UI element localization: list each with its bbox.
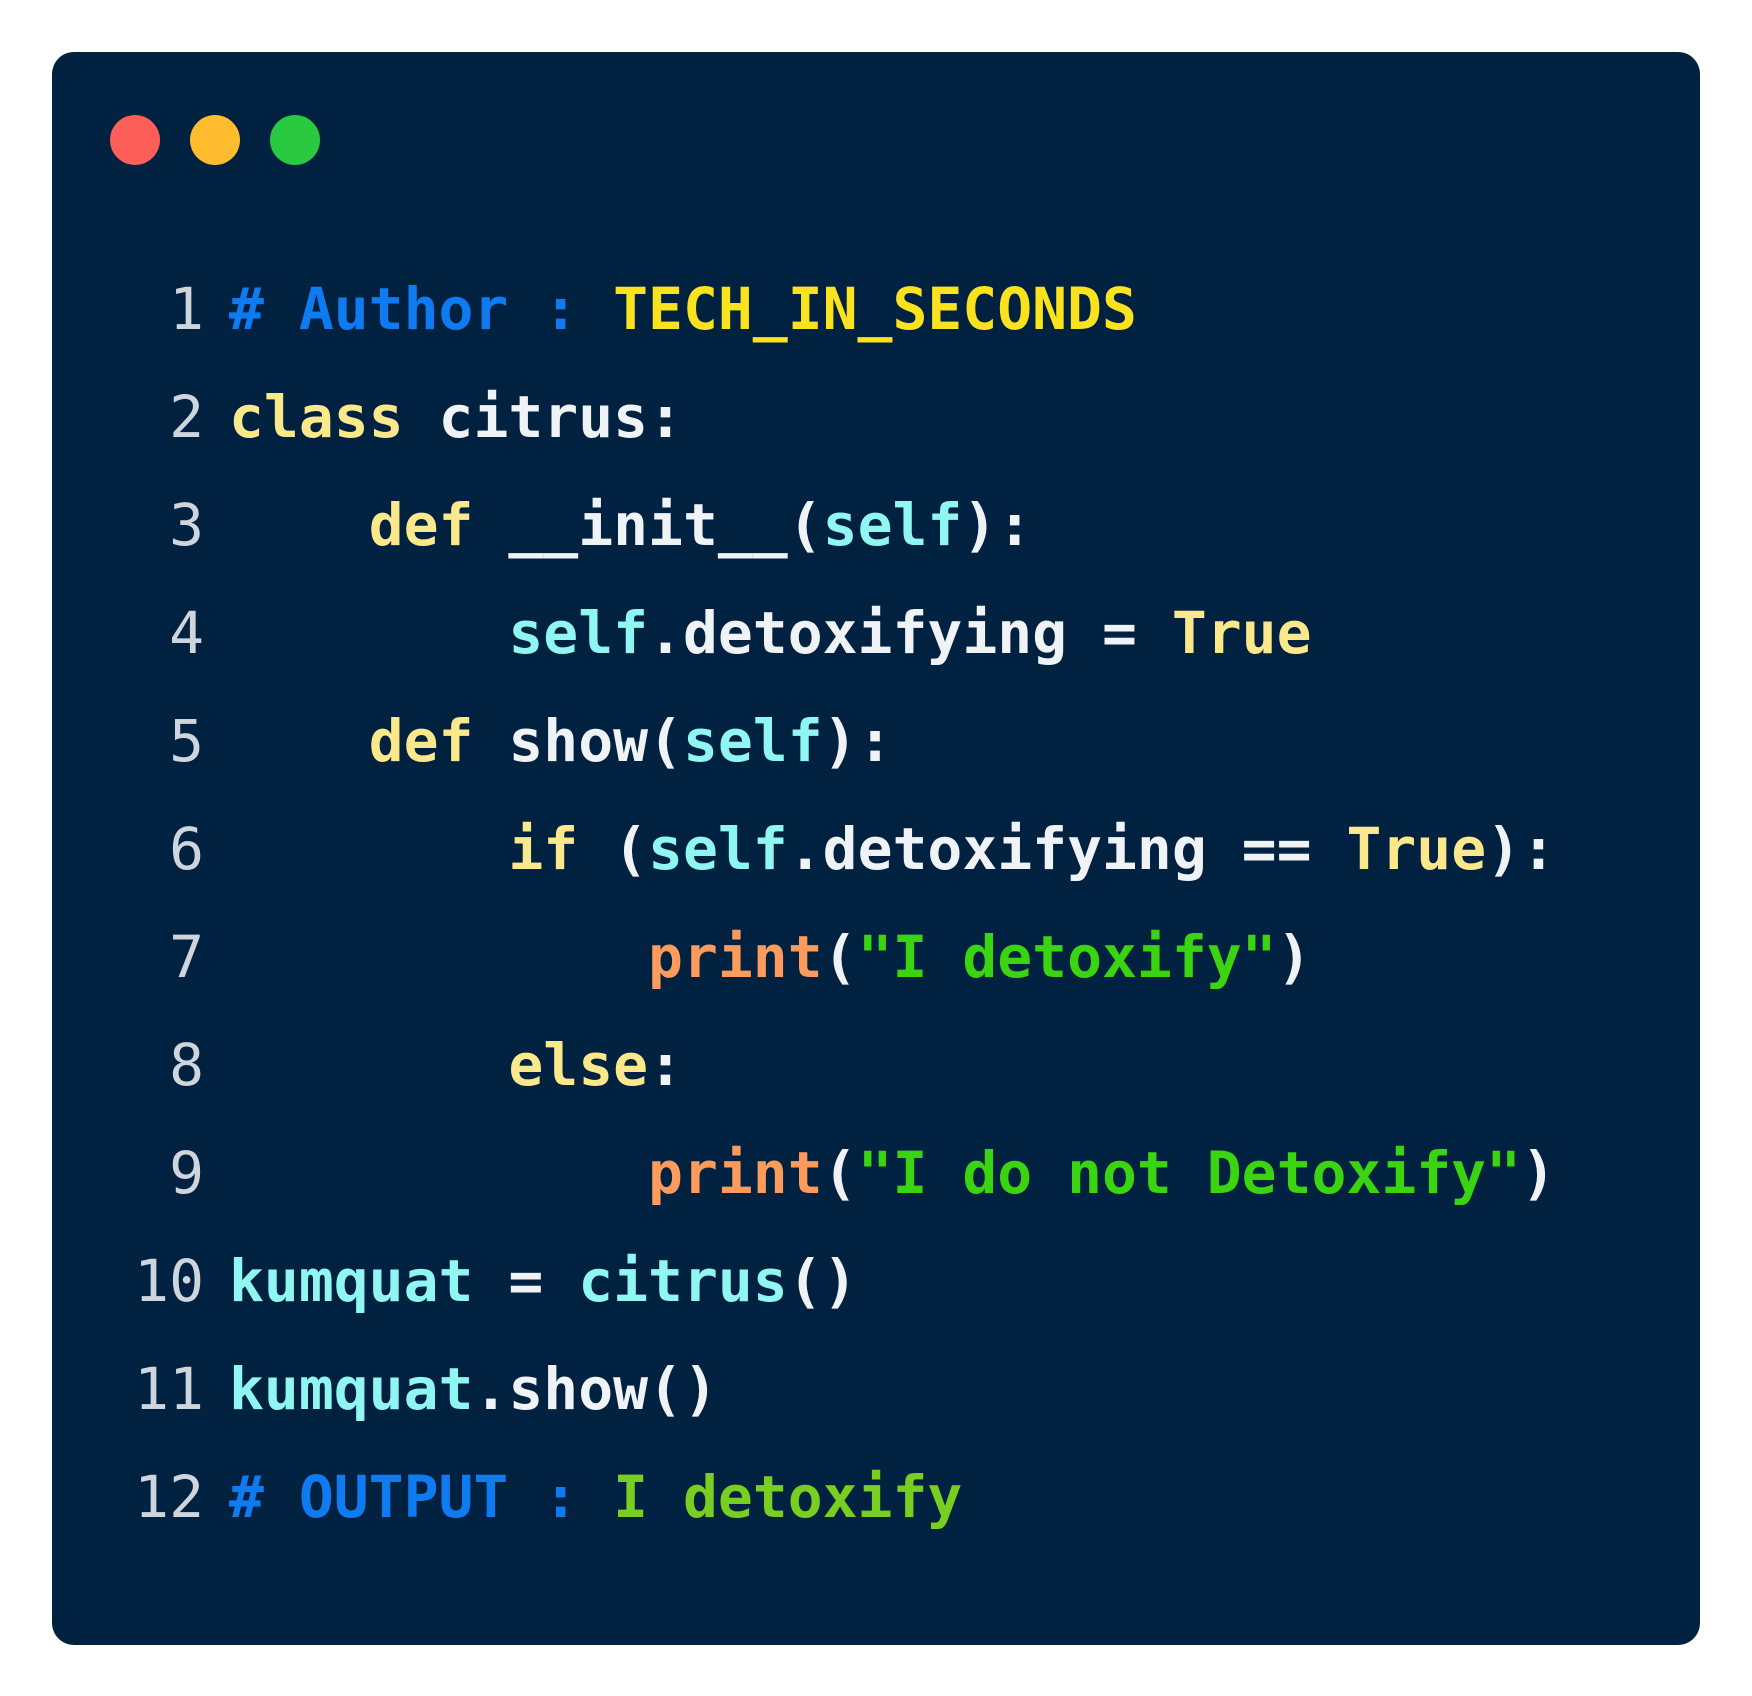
maximize-button[interactable] <box>270 115 320 165</box>
line-number: 4 <box>169 599 204 667</box>
code-token: I detoxify <box>613 1463 963 1531</box>
code-token: # OUTPUT : <box>229 1463 614 1531</box>
code-text: kumquat.show() <box>229 1335 718 1443</box>
code-line: 6 if (self.detoxifying == True): <box>52 795 1556 903</box>
code-text: print("I do not Detoxify") <box>229 1119 1556 1227</box>
code-token: citrus <box>578 1247 788 1315</box>
code-text: kumquat = citrus() <box>229 1227 858 1335</box>
code-line: 4 self.detoxifying = True <box>52 579 1556 687</box>
code-token: : <box>648 1031 683 1099</box>
code-line: 5 def show(self): <box>52 687 1556 795</box>
code-token: show( <box>473 707 683 775</box>
code-token: ( <box>822 1139 858 1207</box>
code-token: class <box>229 383 404 451</box>
code-line: 10 kumquat = citrus() <box>52 1227 1556 1335</box>
code-line: 7 print("I detoxify") <box>52 903 1556 1011</box>
code-line: 3 def __init__(self): <box>52 471 1556 579</box>
code-token: ) <box>1276 923 1312 991</box>
code-token: .show() <box>473 1355 718 1423</box>
code-text: class citrus: <box>229 363 683 471</box>
code-token: kumquat <box>229 1355 474 1423</box>
code-line: 9 print("I do not Detoxify") <box>52 1119 1556 1227</box>
code-token: TECH_IN_SECONDS <box>613 275 1137 343</box>
code-token: ) <box>1521 1139 1556 1207</box>
code-line: 1 # Author : TECH_IN_SECONDS <box>52 255 1556 363</box>
code-token: # Author : <box>229 275 614 343</box>
line-number: 8 <box>169 1031 204 1099</box>
code-token: ( <box>822 923 858 991</box>
code-token: kumquat <box>229 1247 474 1315</box>
code-text: if (self.detoxifying == True): <box>229 795 1556 903</box>
code-text: # Author : TECH_IN_SECONDS <box>229 255 1137 363</box>
code-token: ): <box>962 491 1033 559</box>
code-token: .detoxifying == <box>787 815 1347 883</box>
code-text: def show(self): <box>229 687 893 795</box>
code-token: def <box>368 491 474 559</box>
line-number: 9 <box>169 1139 204 1207</box>
code-token: citrus: <box>403 383 683 451</box>
code-text: # OUTPUT : I detoxify <box>229 1443 962 1551</box>
line-number: 6 <box>169 815 204 883</box>
code-token: () <box>787 1247 858 1315</box>
minimize-button[interactable] <box>190 115 240 165</box>
code-token: ( <box>578 815 649 883</box>
code-line: 12 # OUTPUT : I detoxify <box>52 1443 1556 1551</box>
code-token: ): <box>822 707 893 775</box>
code-token: def <box>368 707 474 775</box>
line-number: 2 <box>169 383 204 451</box>
code-token: self <box>648 815 788 883</box>
code-line: 8 else: <box>52 1011 1556 1119</box>
code-token: True <box>1346 815 1487 883</box>
line-number: 5 <box>169 707 204 775</box>
code-token: ): <box>1486 815 1556 883</box>
code-block: 1 # Author : TECH_IN_SECONDS 2 class citrus… <box>52 255 1556 1551</box>
line-number: 10 <box>134 1247 204 1315</box>
code-token: "I detoxify" <box>857 923 1277 991</box>
code-token: if <box>508 815 579 883</box>
code-line: 2 class citrus: <box>52 363 1556 471</box>
line-number: 3 <box>169 491 204 559</box>
code-token: = <box>473 1247 579 1315</box>
code-token: .detoxifying = <box>648 599 1172 667</box>
code-text: print("I detoxify") <box>229 903 1312 1011</box>
code-token: print <box>648 923 823 991</box>
code-token: self <box>682 707 823 775</box>
code-text: def __init__(self): <box>229 471 1033 579</box>
code-token: "I do not Detoxify" <box>857 1139 1522 1207</box>
line-number: 12 <box>134 1463 204 1531</box>
code-token: True <box>1171 599 1312 667</box>
close-button[interactable] <box>110 115 160 165</box>
line-number: 11 <box>134 1355 204 1423</box>
code-token: else <box>508 1031 649 1099</box>
code-text: else: <box>229 1011 683 1119</box>
line-number: 1 <box>169 275 204 343</box>
code-token: self <box>822 491 963 559</box>
code-token: __init__( <box>473 491 823 559</box>
code-token: print <box>648 1139 823 1207</box>
line-number: 7 <box>169 923 204 991</box>
code-token: self <box>508 599 649 667</box>
code-text: self.detoxifying = True <box>229 579 1312 687</box>
code-line: 11 kumquat.show() <box>52 1335 1556 1443</box>
